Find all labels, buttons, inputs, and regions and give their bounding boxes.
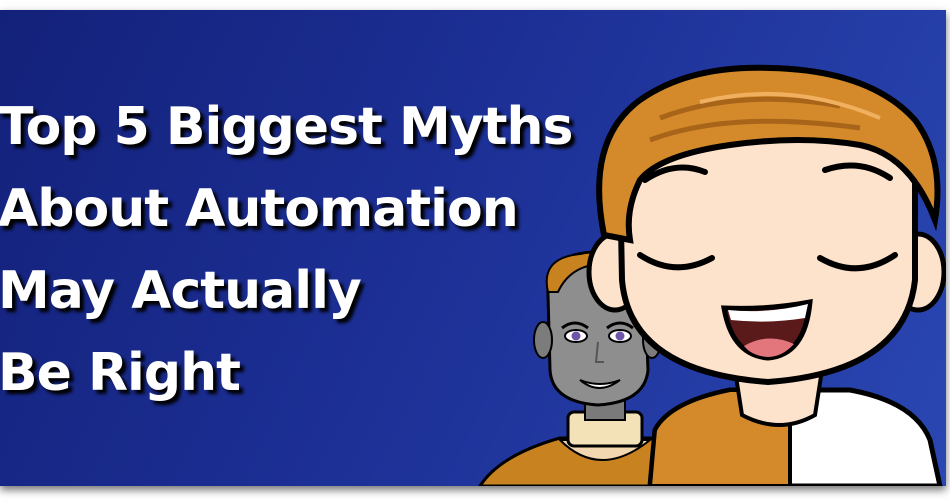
headline-line-3: May Actually xyxy=(0,261,362,321)
headline-title: Top 5 Biggest Myths About Automation May… xyxy=(0,86,573,414)
headline-line-1: Top 5 Biggest Myths xyxy=(0,97,573,157)
headline-line-4: Be Right xyxy=(0,343,241,403)
headline-line-2: About Automation xyxy=(0,179,519,239)
thumbnail-banner: Top 5 Biggest Myths About Automation May… xyxy=(0,10,946,486)
